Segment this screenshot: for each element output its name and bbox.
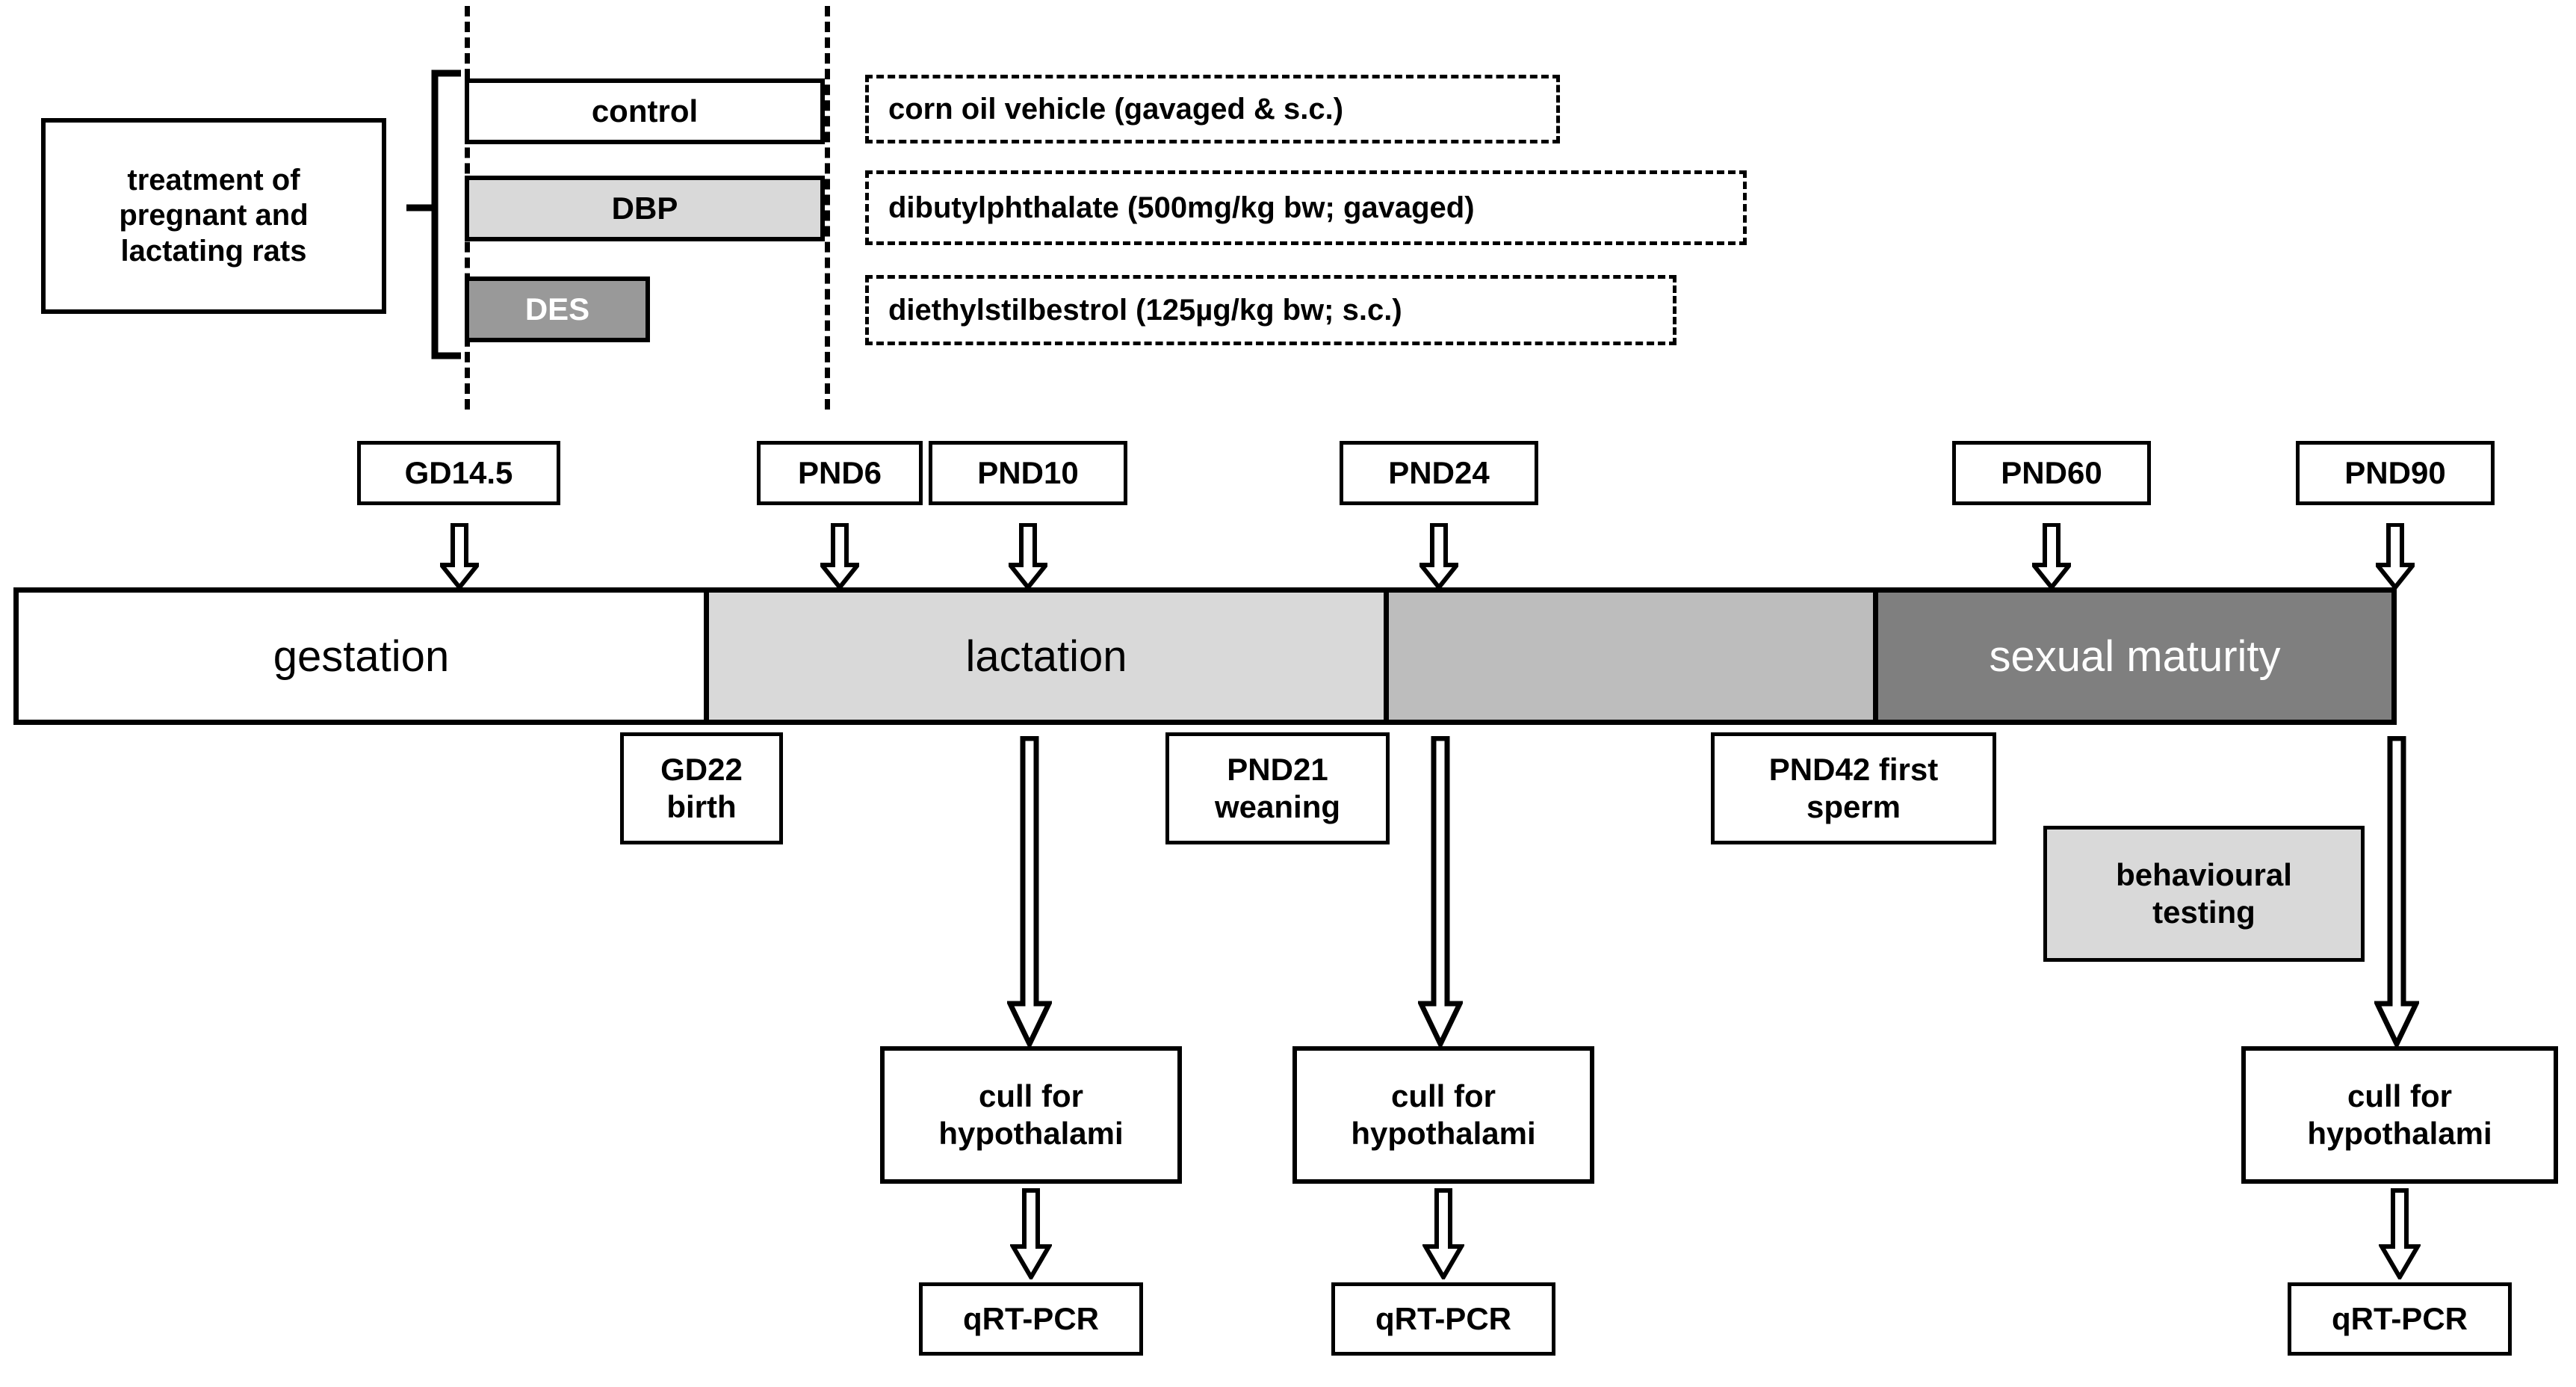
assay-box-qrtpcr-pnd10: qRT-PCR [919,1282,1143,1356]
event-box-gd22-birth: GD22 birth [620,732,783,844]
arrow-down-gd14-5 [440,523,479,589]
treatment-label-line-2: pregnant and [119,199,309,232]
event-behavioural-line-1: behavioural [2116,857,2292,893]
event-gd22-line-2: birth [666,789,737,824]
arrow-down-pnd90 [2376,523,2415,589]
treatment-label-line-3: lactating rats [120,234,307,268]
treatment-group-bracket [406,69,461,359]
dashed-guide-line-end [825,6,830,410]
treatment-description-dbp-text: dibutylphthalate (500mg/kg bw; gavaged) [888,191,1475,224]
arrow-down-pnd6 [820,523,859,589]
cull-pnd10-line-2: hypothalami [938,1116,1124,1151]
assay-box-qrtpcr-pnd90: qRT-PCR [2288,1282,2512,1356]
cull-pnd24-line-1: cull for [1390,1078,1496,1114]
timepoint-label-pnd90: PND90 [2344,455,2446,491]
arrow-long-pnd10-to-cull [1007,736,1052,1046]
treatment-description-control-text: corn oil vehicle (gavaged & s.c.) [888,92,1344,126]
timeline-segment-sexual-maturity: sexual maturity [1873,593,2391,720]
arrow-cull-to-qrtpcr-pnd10 [1010,1188,1052,1279]
cull-pnd24-line-2: hypothalami [1351,1116,1536,1151]
assay-box-qrtpcr-pnd24: qRT-PCR [1331,1282,1555,1356]
treatment-bar-des: DES [465,277,650,342]
cull-box-pnd24: cull for hypothalami [1292,1046,1594,1184]
timeline-segment-gestation-label: gestation [273,631,450,681]
treatment-bar-dbp: DBP [465,176,825,241]
event-pnd42-line-2: sperm [1806,789,1901,824]
event-box-behavioural-testing: behavioural testing [2043,826,2365,962]
assay-label-qrtpcr-pnd10: qRT-PCR [963,1301,1099,1337]
event-pnd21-line-1: PND21 [1227,752,1328,788]
timepoint-box-pnd10: PND10 [929,441,1127,505]
event-gd22-line-1: GD22 [660,752,743,788]
timeline-segment-lactation-label: lactation [965,631,1127,681]
cull-pnd90-line-2: hypothalami [2307,1116,2492,1151]
event-box-pnd21-weaning: PND21 weaning [1165,732,1390,844]
treatment-description-des: diethylstilbestrol (125µg/kg bw; s.c.) [865,275,1676,345]
treatment-group-label-box: treatment of pregnant and lactating rats [41,118,386,314]
treatment-description-control: corn oil vehicle (gavaged & s.c.) [865,75,1560,143]
event-pnd21-line-2: weaning [1214,789,1341,824]
timepoint-label-gd14-5: GD14.5 [404,455,513,491]
arrow-cull-to-qrtpcr-pnd24 [1422,1188,1464,1279]
arrow-cull-to-qrtpcr-pnd90 [2379,1188,2421,1279]
cull-box-pnd10: cull for hypothalami [880,1046,1182,1184]
arrow-long-pnd90-to-cull [2374,736,2419,1046]
timepoint-box-gd14-5: GD14.5 [357,441,560,505]
treatment-description-des-text: diethylstilbestrol (125µg/kg bw; s.c.) [888,293,1402,327]
arrow-down-pnd60 [2032,523,2071,589]
timepoint-label-pnd24: PND24 [1388,455,1490,491]
arrow-long-pnd24-to-cull [1418,736,1463,1046]
event-box-pnd42-first-sperm: PND42 first sperm [1711,732,1996,844]
timepoint-box-pnd6: PND6 [757,441,923,505]
treatment-bar-dbp-label: DBP [611,191,678,226]
timepoint-label-pnd60: PND60 [2001,455,2102,491]
arrow-down-pnd10 [1009,523,1047,589]
timepoint-label-pnd6: PND6 [797,455,882,491]
treatment-bar-control-label: control [591,93,699,129]
cull-pnd10-line-1: cull for [978,1078,1083,1114]
study-design-diagram: treatment of pregnant and lactating rats… [0,0,2576,1387]
timepoint-box-pnd60: PND60 [1952,441,2151,505]
timepoint-box-pnd24: PND24 [1340,441,1538,505]
timepoint-box-pnd90: PND90 [2296,441,2495,505]
treatment-description-dbp: dibutylphthalate (500mg/kg bw; gavaged) [865,170,1747,245]
cull-box-pnd90: cull for hypothalami [2241,1046,2558,1184]
treatment-label-line-1: treatment of [127,164,300,197]
assay-label-qrtpcr-pnd24: qRT-PCR [1375,1301,1511,1337]
event-pnd42-line-1: PND42 first [1768,752,1939,788]
treatment-bar-des-label: DES [524,291,590,327]
arrow-down-pnd24 [1419,523,1458,589]
timepoint-label-pnd10: PND10 [977,455,1079,491]
timeline-segment-sexual-maturity-label: sexual maturity [1989,631,2281,681]
treatment-bar-control: control [465,78,825,144]
timeline-segment-juvenile [1384,593,1873,720]
assay-label-qrtpcr-pnd90: qRT-PCR [2332,1301,2468,1337]
study-timeline-bar: gestation lactation sexual maturity [13,587,2397,725]
event-behavioural-line-2: testing [2152,895,2255,930]
cull-pnd90-line-1: cull for [2347,1078,2452,1114]
timeline-segment-lactation: lactation [704,593,1384,720]
timeline-segment-gestation: gestation [19,593,704,720]
